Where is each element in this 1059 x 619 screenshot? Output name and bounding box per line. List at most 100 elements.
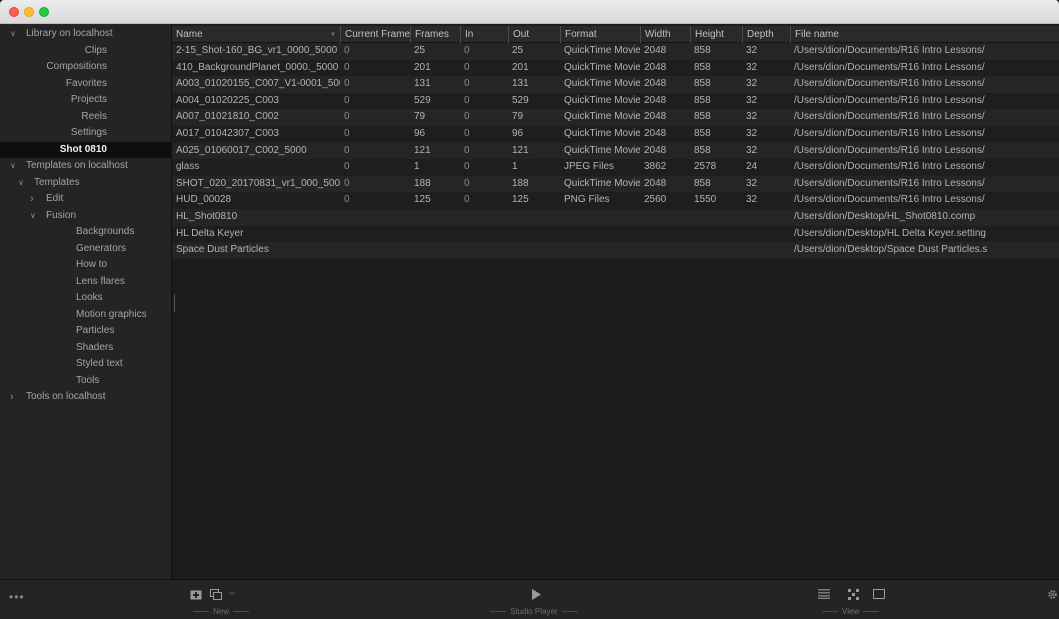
sidebar-item-label: Edit (46, 193, 64, 204)
sidebar-item-label: Lens flares (76, 275, 125, 287)
sidebar-item[interactable]: Backgrounds (0, 224, 171, 241)
chevron-right-icon[interactable]: › (10, 389, 14, 406)
column-header[interactable]: Depth (742, 26, 790, 43)
table-cell: 0 (344, 194, 350, 206)
close-window-button[interactable] (9, 7, 19, 17)
table-cell: QuickTime Movie (564, 127, 640, 139)
table-cell: 0 (464, 45, 470, 56)
sidebar-item[interactable]: Generators (0, 241, 171, 258)
table-cell: /Users/dion/Desktop/HL_Shot0810.comp (794, 210, 976, 222)
list-view-icon[interactable] (818, 589, 830, 602)
table-cell: 32 (746, 194, 758, 206)
sidebar-item[interactable]: How to (0, 257, 171, 274)
table-row[interactable]: SHOT_020_20170831_vr1_000_5000 0 188 0 188 Qu… (172, 175, 1059, 193)
column-header[interactable]: File name (790, 26, 1059, 43)
sidebar-item[interactable]: Reels (0, 109, 171, 126)
table-cell: 1 (414, 161, 420, 173)
chevron-down-icon[interactable]: ∨ (18, 175, 24, 192)
sidebar-item[interactable]: ∨ Templates (0, 175, 171, 192)
chevron-down-icon[interactable]: ∨ (10, 158, 16, 175)
add-bin-icon[interactable] (190, 589, 202, 603)
column-header[interactable]: Format (560, 26, 640, 43)
more-icon[interactable]: – (229, 587, 235, 599)
table-row[interactable]: glass 0 1 0 1 JPEG Files 3862 2578 24/Users/dion… (172, 159, 1059, 176)
table-cell: A007_01021810_C002 (176, 111, 279, 123)
sidebar-item[interactable]: › Tools on localhost (0, 389, 171, 406)
play-icon[interactable] (532, 589, 541, 603)
column-header[interactable]: Current Frame (340, 26, 410, 43)
sort-caret-icon: ▼ (330, 32, 336, 38)
table-row[interactable]: HUD_00028 0 125 0 125 PNG Files 2560 1550 32/Use… (172, 192, 1059, 209)
table-cell: 0 (344, 45, 350, 56)
column-header[interactable]: Out (508, 26, 560, 43)
sidebar-item-label: Compositions (46, 61, 107, 72)
minimize-window-button[interactable] (24, 7, 34, 17)
table-cell: 529 (414, 94, 431, 106)
table-row[interactable]: Space Dust Particles/Users/dion/Desktop/… (172, 242, 1059, 259)
table-row[interactable]: A003_01020155_C007_V1-0001_5000 0 131 0 131 Q… (172, 76, 1059, 93)
sidebar-item-label: Motion graphics (76, 308, 147, 320)
single-view-icon[interactable] (873, 589, 885, 602)
table-cell: 858 (694, 78, 711, 90)
chevron-down-icon[interactable]: ∨ (10, 26, 16, 43)
table-cell: 2048 (644, 144, 667, 156)
panel-splitter-handle[interactable] (174, 294, 175, 312)
sidebar-item[interactable]: Shaders (0, 340, 171, 357)
sidebar-item-label: How to (76, 259, 108, 270)
chevron-right-icon[interactable]: › (30, 191, 34, 208)
table-cell: 858 (694, 177, 711, 189)
table-cell: 0 (464, 78, 470, 90)
table-row[interactable]: A007_01021810_C002 0 79 0 79 QuickTime Movie 2… (172, 109, 1059, 126)
table-cell: QuickTime Movie (564, 45, 640, 56)
table-row[interactable]: HL_Shot0810/Users/dion/Desktop/HL_Shot08… (172, 208, 1059, 226)
sidebar-item[interactable]: Settings (0, 125, 171, 142)
column-header[interactable]: Width (640, 26, 690, 43)
chevron-down-icon[interactable]: ∨ (30, 208, 36, 225)
sidebar-item[interactable]: ∨ Fusion (0, 208, 171, 225)
table-row[interactable]: A025_01060017_C002_5000 0 121 0 121 QuickTime… (172, 142, 1059, 160)
sidebar-item[interactable]: Motion graphics (0, 307, 171, 324)
table-cell: Space Dust Particles (176, 244, 269, 256)
sidebar-item[interactable]: Compositions (0, 59, 171, 76)
duplicate-icon[interactable] (210, 589, 222, 603)
table-cell: 188 (512, 177, 529, 189)
table-cell: 32 (746, 144, 758, 156)
gear-icon[interactable] (1047, 589, 1058, 603)
table-row[interactable]: 410_BackgroundPlanet_0000._5000 0 201 0 201 Q… (172, 59, 1059, 77)
sidebar-item-label: Reels (81, 110, 107, 122)
sidebar-item[interactable]: Shot 0810 (0, 141, 171, 158)
sidebar-item[interactable]: Projects (0, 92, 171, 109)
table-cell: /Users/dion/Documents/R16 Intro Lessons/ (794, 194, 985, 206)
table-cell: /Users/dion/Documents/R16 Intro Lessons/ (794, 111, 985, 123)
sidebar-item[interactable]: Styled text (0, 356, 171, 373)
sidebar-item[interactable]: › Edit (0, 191, 171, 208)
table-row[interactable]: A017_01042307_C003 0 96 0 96 QuickTime Movie 2… (172, 125, 1059, 143)
table-cell: 529 (512, 94, 529, 106)
table-cell: /Users/dion/Documents/R16 Intro Lessons/ (794, 177, 985, 189)
table-row[interactable]: 2-15_Shot-160_BG_vr1_0000_5000 0 25 0 25 Quic… (172, 43, 1059, 60)
table-row[interactable]: HL Delta Keyer/Users/dion/Desktop/HL Del… (172, 225, 1059, 243)
sidebar-item-label: Templates on localhost (26, 160, 128, 171)
sidebar-item-label: Tools on localhost (26, 391, 106, 402)
table-row[interactable]: A004_01020225_C003 0 529 0 529 QuickTime Movi… (172, 92, 1059, 110)
sidebar-item[interactable]: Looks (0, 290, 171, 307)
sidebar-item[interactable]: Particles (0, 323, 171, 340)
column-header[interactable]: Name (172, 26, 340, 43)
table-cell: 858 (694, 61, 711, 73)
sidebar-item[interactable]: ∨ Library on localhost (0, 26, 171, 43)
sidebar-item[interactable]: Tools (0, 373, 171, 390)
column-header[interactable]: Height (690, 26, 742, 43)
sidebar-item[interactable]: ∨ Templates on localhost (0, 158, 171, 175)
zoom-window-button[interactable] (39, 7, 49, 17)
thumbnail-view-icon[interactable] (848, 589, 859, 603)
sidebar-item[interactable]: Lens flares (0, 274, 171, 291)
column-header[interactable]: In (460, 26, 508, 43)
table-cell: 858 (694, 94, 711, 106)
sidebar-item-label: Settings (70, 127, 107, 138)
sidebar-item-label: Library on localhost (26, 28, 113, 39)
more-options-icon[interactable]: ••• (9, 590, 25, 604)
table-cell: HUD_00028 (176, 194, 232, 206)
column-header[interactable]: Frames (410, 26, 460, 43)
sidebar-item[interactable]: Favorites (0, 76, 171, 93)
sidebar-item[interactable]: Clips (0, 43, 171, 60)
